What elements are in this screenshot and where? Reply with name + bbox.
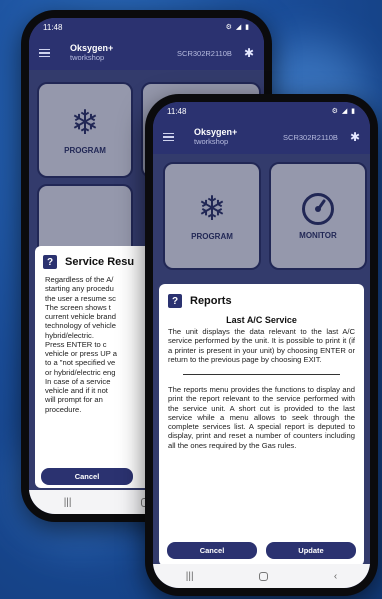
dialog-paragraph: The unit displays the data relevant to t… <box>168 327 355 364</box>
reports-dialog: ? Reports Last A/C Service The unit disp… <box>159 284 364 566</box>
brand-subtitle: tworkshop <box>194 136 229 146</box>
status-icons: ⚙ ◢ ▮ <box>225 24 250 31</box>
recent-apps-button[interactable]: ||| <box>186 571 194 582</box>
recent-apps-button[interactable]: ||| <box>64 497 72 508</box>
brand: Oksygen+ tworkshop <box>70 43 113 62</box>
cancel-button[interactable]: Cancel <box>41 468 133 485</box>
system-nav-bar: ||| ‹ <box>153 564 370 588</box>
front-phone-screen: 11:48 ⚙ ◢ ▮ Oksygen+ tworkshop SCR302R21… <box>153 102 370 588</box>
serial-number: SCR302R2110B <box>177 48 232 58</box>
dialog-title: Reports <box>190 295 232 307</box>
app-bar: Oksygen+ tworkshop SCR302R2110B ✱ <box>153 120 370 154</box>
update-button[interactable]: Update <box>266 542 356 559</box>
bluetooth-icon[interactable]: ✱ <box>350 130 360 144</box>
brand-subtitle: tworkshop <box>70 52 105 62</box>
dialog-header: ? Reports <box>159 284 364 313</box>
dialog-title: Service Resu <box>65 256 135 268</box>
status-bar: 11:48 ⚙ ◢ ▮ <box>29 18 264 36</box>
divider <box>183 374 340 375</box>
status-icons: ⚙ ◢ ▮ <box>331 108 356 115</box>
brand: Oksygen+ tworkshop <box>194 127 237 146</box>
status-time: 11:48 <box>43 22 63 32</box>
cancel-button[interactable]: Cancel <box>167 542 257 559</box>
serial-number: SCR302R2110B <box>283 132 338 142</box>
back-button[interactable]: ‹ <box>334 571 337 582</box>
front-phone: 11:48 ⚙ ◢ ▮ Oksygen+ tworkshop SCR302R21… <box>145 94 378 596</box>
section-title: Last A/C Service <box>226 315 297 325</box>
dialog-paragraph: The reports menu provides the functions … <box>168 385 355 450</box>
home-button[interactable] <box>259 571 269 581</box>
status-bar: 11:48 ⚙ ◢ ▮ <box>153 102 370 120</box>
hamburger-menu-icon[interactable] <box>39 49 50 57</box>
hamburger-menu-icon[interactable] <box>163 133 174 141</box>
question-icon: ? <box>168 294 182 308</box>
bluetooth-icon[interactable]: ✱ <box>244 46 254 60</box>
status-time: 11:48 <box>167 106 187 116</box>
question-icon: ? <box>43 255 57 269</box>
app-bar: Oksygen+ tworkshop SCR302R2110B ✱ <box>29 36 264 70</box>
